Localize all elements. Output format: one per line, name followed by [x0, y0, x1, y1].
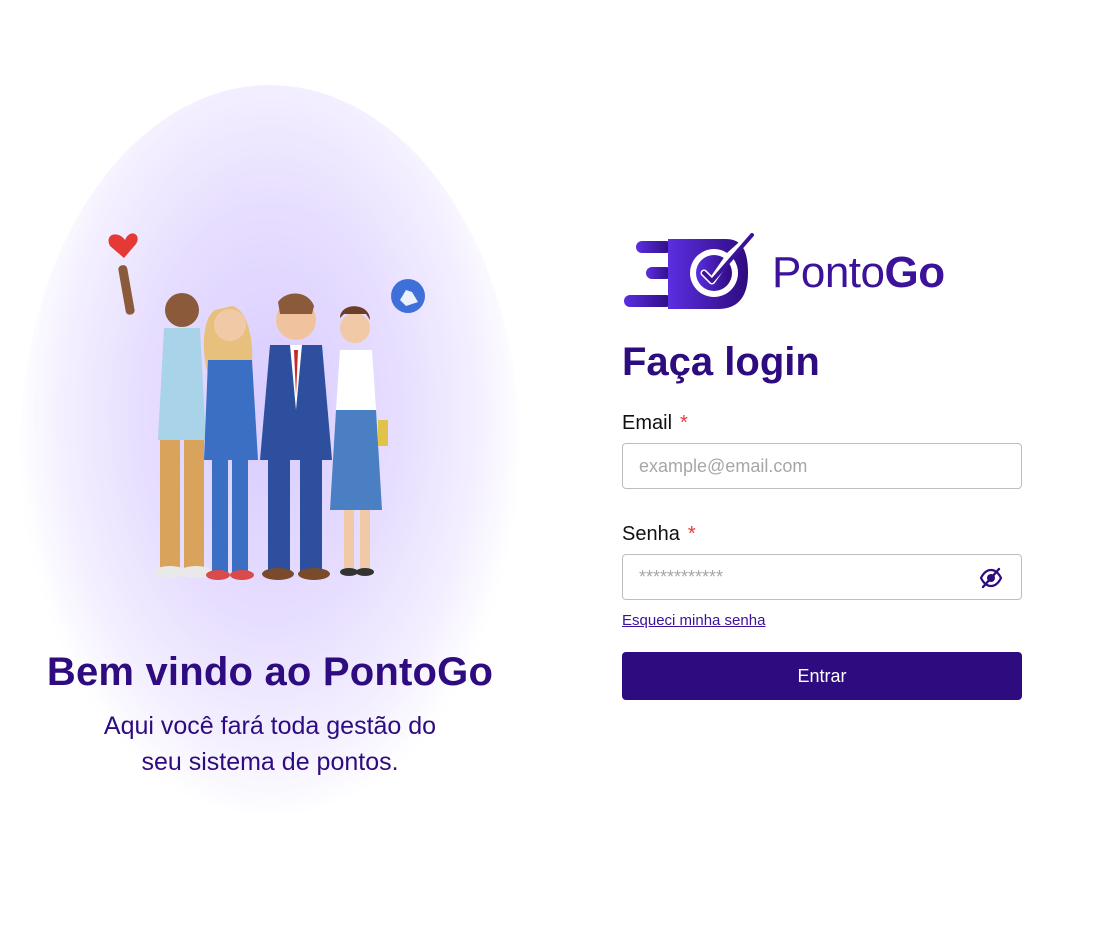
person-1	[118, 265, 212, 578]
forgot-password-link[interactable]: Esqueci minha senha	[622, 612, 765, 629]
person-4	[330, 306, 388, 576]
heart-icon	[108, 233, 138, 258]
password-field-wrapper	[622, 554, 1022, 600]
eye-off-icon[interactable]	[979, 567, 1003, 589]
login-form: PontoGo Faça login Email * Senha * Esque…	[622, 230, 1022, 700]
welcome-subtitle-line-1: Aqui você fará toda gestão do	[103, 712, 437, 740]
person-2	[203, 306, 258, 580]
welcome-title: Bem vindo ao PontoGo	[46, 650, 494, 694]
team-illustration	[108, 233, 425, 580]
password-input[interactable]	[623, 555, 1021, 599]
welcome-subtitle: Aqui você fará toda gestão do seu sistem…	[0, 708, 540, 780]
login-title: Faça login	[622, 340, 820, 384]
logo-name-bold: Go	[884, 248, 945, 297]
email-required-mark: *	[680, 412, 688, 434]
password-required-mark: *	[687, 523, 696, 545]
email-field-wrapper	[622, 443, 1022, 489]
email-input[interactable]	[623, 444, 1021, 488]
email-label-text: Email	[622, 412, 673, 434]
welcome-panel: Bem vindo ao PontoGo Aqui você fará toda…	[0, 0, 540, 935]
logo-name-light: Ponto	[772, 248, 885, 297]
login-submit-button[interactable]: Entrar	[622, 652, 1022, 700]
logo-check-icon	[624, 233, 754, 309]
logo-wordmark: PontoGo	[772, 248, 945, 298]
welcome-subtitle-line-2: seu sistema de pontos.	[141, 748, 399, 776]
pontogo-logo: PontoGo	[622, 230, 1022, 316]
password-label-text: Senha	[622, 523, 680, 545]
person-3	[260, 293, 332, 580]
password-label: Senha *	[622, 523, 1022, 546]
email-label: Email *	[622, 412, 1022, 435]
